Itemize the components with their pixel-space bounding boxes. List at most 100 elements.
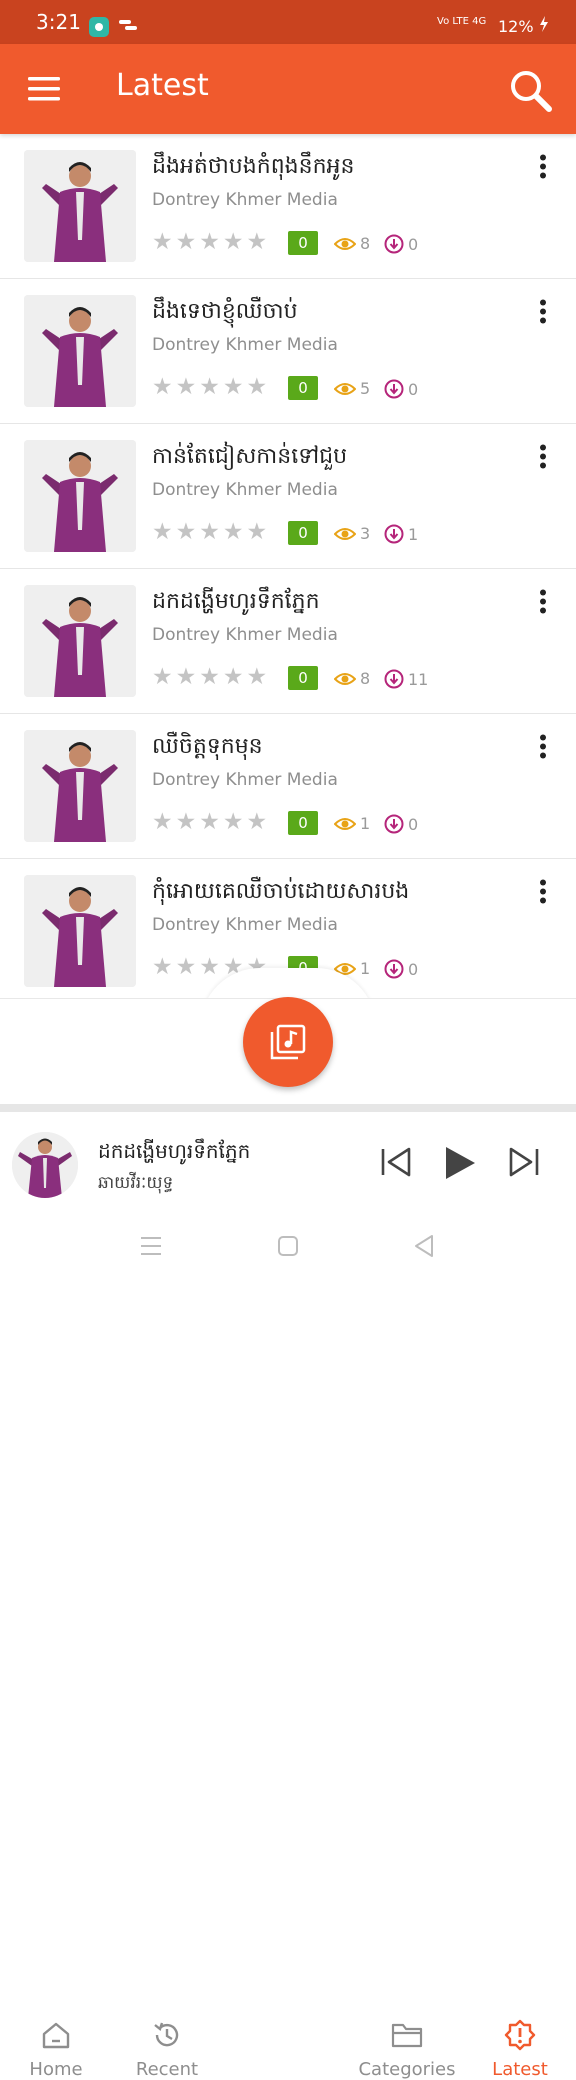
more-options-icon[interactable] [536,154,550,184]
recents-icon[interactable] [140,1236,162,1260]
network-indicator: Vo LTE 4G [437,17,486,27]
song-thumbnail [24,440,136,552]
download-icon [384,524,404,544]
play-icon[interactable] [444,1146,476,1184]
more-options-icon[interactable] [536,734,550,764]
star-icon[interactable]: ★ [247,808,268,836]
star-icon[interactable]: ★ [152,808,173,836]
star-rating[interactable]: ★ ★ ★ ★ ★ [152,808,267,836]
star-icon[interactable]: ★ [223,518,244,546]
star-icon[interactable]: ★ [199,518,220,546]
nav-home[interactable]: Home [6,2017,106,2080]
volte-label: Vo LTE [437,16,469,27]
song-artist: Dontrey Khmer Media [152,335,338,355]
star-icon[interactable]: ★ [176,808,197,836]
star-rating[interactable]: ★ ★ ★ ★ ★ [152,663,267,691]
now-playing-bar[interactable]: ដកដង្ហើមហូរទឹកភ្នែក ឆាយវីរៈយុទ្ធ [0,1112,576,1216]
downloads-count: 0 [384,959,418,979]
song-row[interactable]: ដកដង្ហើមហូរទឹកភ្នែក Dontrey Khmer Media … [0,569,576,714]
views-value: 5 [360,379,371,398]
views-value: 8 [360,234,371,253]
nav-recent[interactable]: Recent [117,2017,217,2080]
star-icon[interactable]: ★ [247,663,268,691]
star-icon[interactable]: ★ [223,228,244,256]
more-options-icon[interactable] [536,879,550,909]
rating-badge: 0 [288,811,318,835]
status-time: 3:21 [36,10,81,34]
star-rating[interactable]: ★ ★ ★ ★ ★ [152,518,267,546]
song-title: កាន់តែជៀសកាន់ទៅជួប [152,444,348,469]
star-icon[interactable]: ★ [247,373,268,401]
song-list: ដឹងអត់ថាបងកំពុងនឹកអូន Dontrey Khmer Medi… [0,134,576,1004]
star-icon[interactable]: ★ [223,663,244,691]
song-title: ដកដង្ហើមហូរទឹកភ្នែក [152,589,320,614]
views-value: 3 [360,524,371,543]
star-icon[interactable]: ★ [199,663,220,691]
star-icon[interactable]: ★ [199,953,220,981]
nav-categories[interactable]: Categories [357,2017,457,2080]
star-icon[interactable]: ★ [152,663,173,691]
song-title: ដឹងទេថាខ្ញុំឈឺចាប់ [152,299,298,324]
more-options-icon[interactable] [536,444,550,474]
download-icon [384,669,404,689]
downloads-value: 0 [408,379,419,399]
star-icon[interactable]: ★ [176,373,197,401]
star-icon[interactable]: ★ [199,808,220,836]
views-count: 8 [334,669,370,688]
star-icon[interactable]: ★ [223,808,244,836]
star-icon[interactable]: ★ [176,953,197,981]
song-thumbnail [24,875,136,987]
star-rating[interactable]: ★ ★ ★ ★ ★ [152,373,267,401]
notification-app-icon [89,17,109,37]
star-icon[interactable]: ★ [247,228,268,256]
hamburger-menu-icon[interactable] [28,77,60,105]
music-library-button[interactable] [243,997,333,1087]
star-icon[interactable]: ★ [152,228,173,256]
star-icon[interactable]: ★ [152,373,173,401]
nav-latest[interactable]: Latest [470,2017,570,2080]
page-title: Latest [116,68,209,103]
next-icon[interactable] [508,1146,540,1182]
star-icon[interactable]: ★ [176,518,197,546]
downloads-value: 0 [408,234,419,254]
star-icon[interactable]: ★ [176,228,197,256]
system-navigation-bar [0,1216,576,1280]
now-playing-artist: ឆាយវីរៈយុទ្ធ [98,1173,174,1193]
divider [0,1104,576,1112]
views-count: 3 [334,524,370,543]
star-icon[interactable]: ★ [152,518,173,546]
search-icon[interactable] [510,70,552,116]
more-options-icon[interactable] [536,299,550,329]
song-thumbnail [24,150,136,262]
home-icon [6,2017,106,2053]
downloads-value: 1 [408,524,419,544]
views-count: 5 [334,379,370,398]
alert-badge-icon [470,2017,570,2053]
download-icon [384,814,404,834]
song-row[interactable]: ឈឺចិត្តទុកមុន Dontrey Khmer Media ★ ★ ★ … [0,714,576,859]
history-icon [117,2017,217,2053]
star-icon[interactable]: ★ [176,663,197,691]
downloads-count: 11 [384,669,428,689]
song-row[interactable]: ដឹងទេថាខ្ញុំឈឺចាប់ Dontrey Khmer Media ★… [0,279,576,424]
star-rating[interactable]: ★ ★ ★ ★ ★ [152,228,267,256]
star-icon[interactable]: ★ [152,953,173,981]
battery-percent: 12% [498,17,534,36]
song-row[interactable]: កាន់តែជៀសកាន់ទៅជួប Dontrey Khmer Media ★… [0,424,576,569]
eye-icon [334,382,356,395]
star-icon[interactable]: ★ [199,228,220,256]
views-value: 1 [360,814,371,833]
rating-badge: 0 [288,521,318,545]
download-icon [384,379,404,399]
previous-icon[interactable] [380,1146,412,1182]
home-button-icon[interactable] [278,1236,298,1260]
star-icon[interactable]: ★ [199,373,220,401]
more-options-icon[interactable] [536,589,550,619]
notification-link-icon [118,17,138,36]
downloads-count: 0 [384,814,418,834]
star-icon[interactable]: ★ [223,373,244,401]
music-library-icon [270,1024,306,1060]
star-icon[interactable]: ★ [247,518,268,546]
back-icon[interactable] [414,1234,434,1262]
song-row[interactable]: ដឹងអត់ថាបងកំពុងនឹកអូន Dontrey Khmer Medi… [0,134,576,279]
